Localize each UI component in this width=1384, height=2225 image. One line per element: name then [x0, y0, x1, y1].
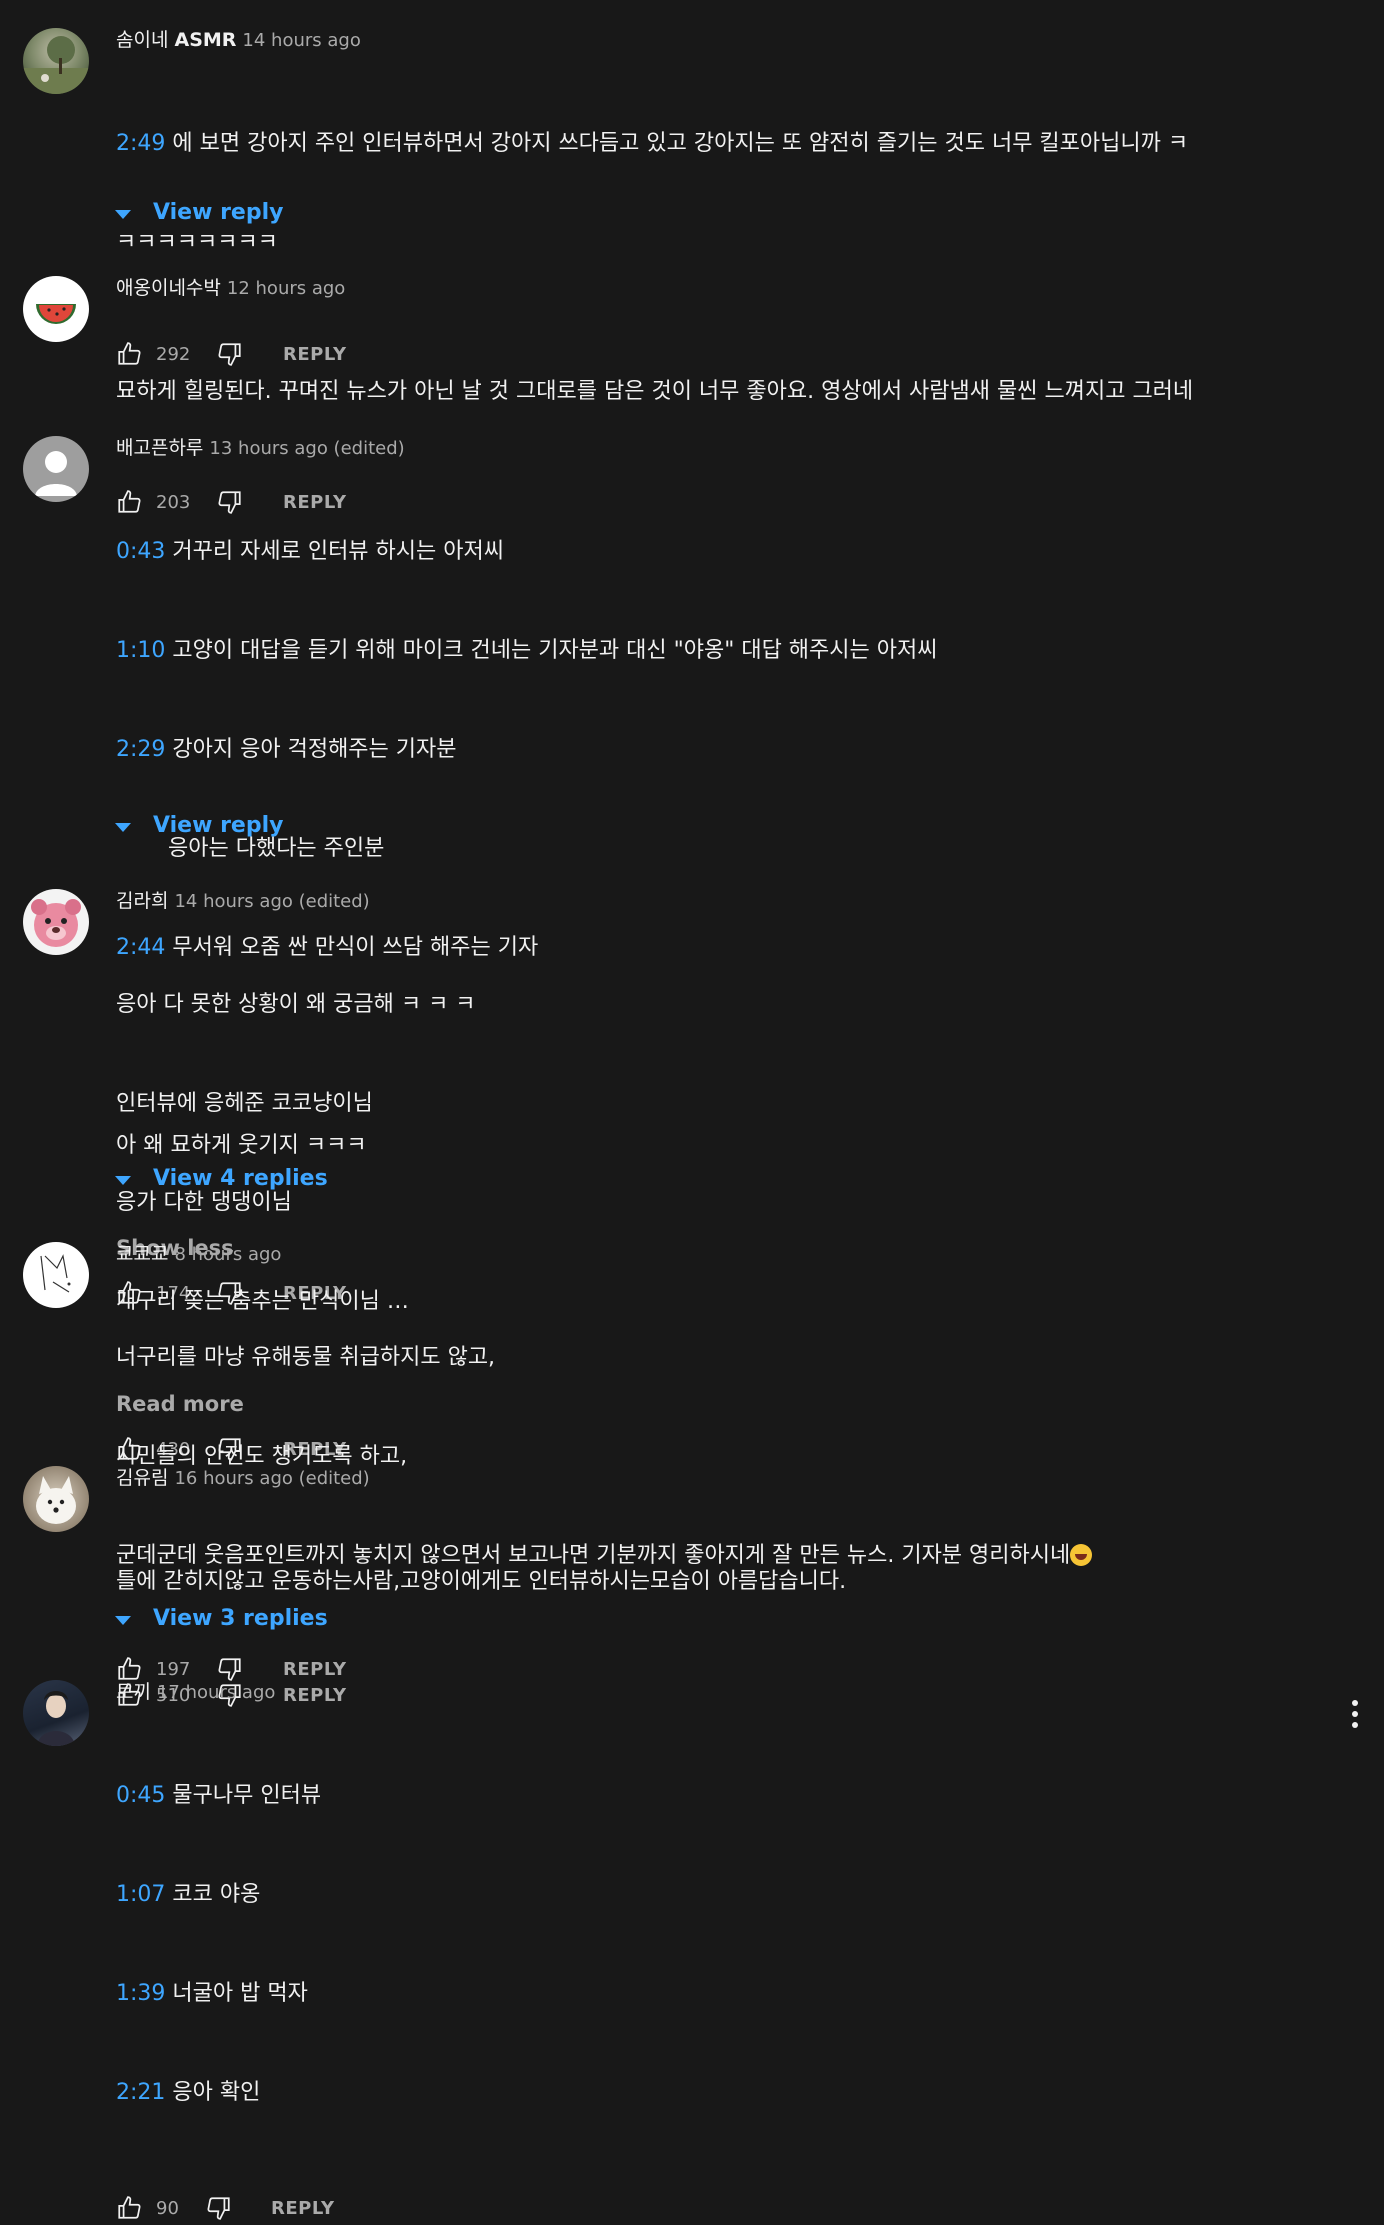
dislike-icon[interactable]	[206, 2195, 232, 2221]
comment-line: 묘하게 힐링된다. 꾸며진 뉴스가 아닌 날 것 그대로를 담은 것이 너무 좋…	[116, 379, 1194, 404]
timestamp-link[interactable]: 2:29	[116, 737, 165, 762]
caret-down-icon	[115, 1616, 131, 1625]
default-user-avatar-icon	[35, 451, 77, 496]
comment-line: 응아는 다했다는 주인분	[168, 836, 385, 861]
author-name[interactable]: 배고픈하루	[116, 437, 203, 459]
comment-line: 2:49 에 보면 강아지 주인 인터뷰하면서 강아지 쓰다듬고 있고 강아지는…	[116, 131, 1189, 156]
comment-line: 1:39 너굴아 밥 먹자	[116, 1981, 308, 2006]
comment-line: 1:07 코코 야옹	[116, 1882, 261, 1907]
pink-character-avatar-icon	[31, 899, 81, 947]
watermelon-avatar-icon	[36, 304, 76, 324]
more-options-icon[interactable]	[1351, 1700, 1359, 1733]
sketch-avatar-icon	[40, 1254, 71, 1293]
comment-time[interactable]: 17 hours ago	[157, 1682, 275, 1703]
comment-header: 김유림 16 hours ago (edited)	[116, 1466, 1344, 1491]
author-name[interactable]: 김유림	[116, 1467, 168, 1489]
like-icon[interactable]	[116, 2195, 142, 2221]
caret-down-icon	[115, 210, 131, 219]
comment-line: 0:45 물구나무 인터뷰	[116, 1783, 322, 1808]
caret-down-icon	[115, 823, 131, 832]
comment-header: 애옹이네수박 12 hours ago	[116, 276, 1344, 301]
comment-header: 토끼 17 hours ago	[116, 1680, 1344, 1705]
comment-line: 2:21 응아 확인	[116, 2080, 261, 2105]
comment-line: 인터뷰에 응헤준 코코냥이님	[116, 1091, 373, 1116]
timestamp-link[interactable]: 2:49	[116, 131, 165, 156]
comment-text: 0:45 물구나무 인터뷰 1:07 코코 야옹 1:39 너굴아 밥 먹자 2…	[116, 1713, 1344, 2175]
timestamp-link[interactable]: 0:45	[116, 1783, 165, 1808]
avatar[interactable]	[23, 1466, 89, 1532]
comment-line: 틀에 갇히지않고 운동하는사람,고양이에게도 인터뷰하시는모습이 아름답습니다.	[116, 1569, 847, 1594]
comment-time[interactable]: 14 hours ago (edited)	[174, 891, 369, 912]
avatar[interactable]	[23, 276, 89, 342]
timestamp-link[interactable]: 1:10	[116, 638, 165, 663]
white-dog-avatar-icon	[36, 1476, 76, 1524]
comment-text: 틀에 갇히지않고 운동하는사람,고양이에게도 인터뷰하시는모습이 아름답습니다.	[116, 1499, 1344, 1664]
comment-header: 배고픈하루 13 hours ago (edited)	[116, 436, 1344, 461]
avatar[interactable]	[23, 889, 89, 955]
comment-actions: 90 REPLY	[116, 2195, 1344, 2225]
reply-button[interactable]: REPLY	[271, 2198, 335, 2219]
timestamp-link[interactable]: 2:21	[116, 2080, 165, 2105]
author-name-suffix: ASMR	[174, 29, 237, 51]
comment-line: 응아 다 못한 상황이 왜 궁금해 ㅋ ㅋ ㅋ	[116, 992, 476, 1017]
comment-line: 2:29 강아지 응아 걱정해주는 기자분	[116, 737, 457, 762]
comment-time[interactable]: 8 hours ago	[174, 1244, 281, 1265]
avatar[interactable]	[23, 28, 89, 94]
avatar[interactable]	[23, 1680, 89, 1746]
comment-header: 솜이네 ASMR 14 hours ago	[116, 28, 1344, 53]
comment-line: 1:10 고양이 대답을 듣기 위해 마이크 건네는 기자분과 대신 "야옹" …	[116, 638, 938, 663]
author-name[interactable]: 김라희	[116, 890, 168, 912]
like-count: 90	[156, 2198, 179, 2219]
avatar[interactable]	[23, 1242, 89, 1308]
timestamp-link[interactable]: 1:39	[116, 1981, 165, 2006]
comment-time[interactable]: 13 hours ago (edited)	[209, 438, 404, 459]
caret-down-icon	[115, 1176, 131, 1185]
avatar[interactable]	[23, 436, 89, 502]
comment-line: 0:43 거꾸리 자세로 인터뷰 하시는 아저씨	[116, 539, 504, 564]
author-name[interactable]: 토끼	[116, 1681, 151, 1703]
author-name[interactable]: 솜이네 ASMR	[116, 29, 236, 51]
comment-time[interactable]: 14 hours ago	[242, 30, 360, 51]
comment-line: 너구리를 마냥 유해동물 취급하지도 않고,	[116, 1345, 496, 1370]
comment-time[interactable]: 16 hours ago (edited)	[174, 1468, 369, 1489]
person-avatar-icon	[37, 1691, 75, 1746]
comment-line: ㅋㅋㅋㅋㅋㅋㅋㅋ	[116, 230, 278, 255]
landscape-avatar-icon	[23, 36, 89, 94]
comment-header: 김라희 14 hours ago (edited)	[116, 889, 1344, 914]
author-name[interactable]: 애옹이네수박	[116, 277, 221, 299]
comment-header: 쿄쿄쿄 8 hours ago	[116, 1242, 1344, 1267]
timestamp-link[interactable]: 1:07	[116, 1882, 165, 1907]
author-name[interactable]: 쿄쿄쿄	[116, 1243, 168, 1265]
timestamp-link[interactable]: 0:43	[116, 539, 165, 564]
comment-time[interactable]: 12 hours ago	[227, 278, 345, 299]
